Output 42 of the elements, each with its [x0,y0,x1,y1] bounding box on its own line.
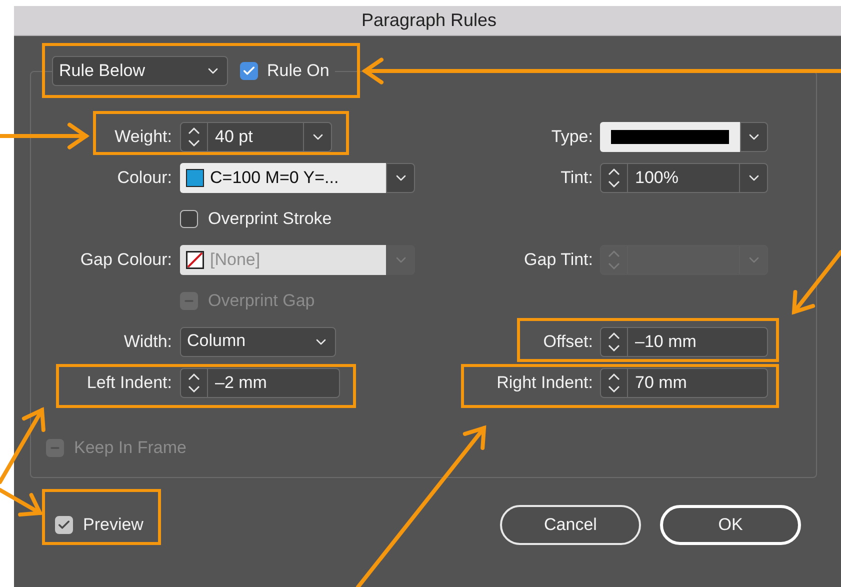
field-label: Width: [124,330,172,353]
value-field[interactable]: 40 pt [208,122,303,150]
field-label: Gap Tint: [524,248,593,271]
checkbox-label: Preview [83,514,144,536]
checkbox-label: Rule On [267,60,330,82]
select-field[interactable]: Column [180,326,336,356]
up-down-chevron-icon [608,332,620,352]
annotation-arrow [0,488,44,517]
check-icon [242,64,256,78]
swatch-field[interactable]: C=100 M=0 Y=... [180,162,386,192]
up-down-chevron-icon [608,250,620,270]
rule-select[interactable]: Rule Below [52,56,228,86]
field-label: Right Indent: [496,372,593,394]
dialog-button[interactable]: OK [660,505,801,545]
check-icon [57,518,71,532]
checkbox-label: Overprint Stroke [208,208,332,230]
value-field[interactable]: –10 mm [628,328,767,356]
checkbox[interactable] [180,210,198,228]
field-label: Colour: [117,166,172,189]
up-down-chevron-icon [608,372,620,392]
field-label: Weight: [114,126,172,148]
field-label: Tint: [560,166,593,189]
window-title: Paragraph Rules [14,6,841,36]
checkbox[interactable] [240,62,258,80]
value-field[interactable]: 100% [628,164,739,192]
up-down-chevron-icon [188,372,200,392]
checkbox-label: Overprint Gap [208,290,315,312]
annotation-arrow [792,250,841,315]
field-label: Offset: [543,330,593,353]
field-label: Gap Colour: [80,248,172,271]
field-label: Type: [551,126,593,148]
value-field[interactable]: 70 mm [628,368,767,396]
up-down-chevron-icon [188,126,200,146]
field-label: Left Indent: [86,372,172,394]
dropdown-button[interactable] [386,162,415,192]
checkbox[interactable] [55,516,73,534]
dialog-button[interactable]: Cancel [500,505,641,545]
value-field[interactable]: –2 mm [208,368,339,396]
dropdown-button[interactable] [740,122,768,152]
up-down-chevron-icon [608,168,620,188]
stroke-type-field[interactable] [600,122,740,152]
checkbox-label: Keep In Frame [74,437,186,460]
